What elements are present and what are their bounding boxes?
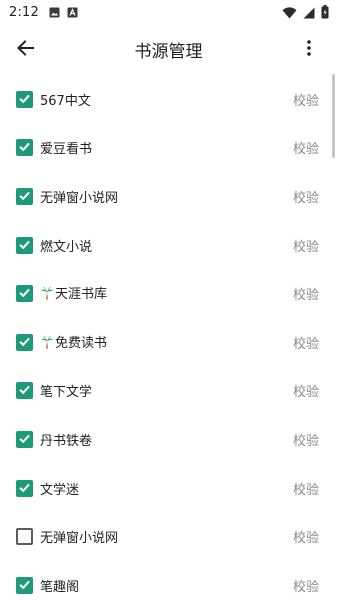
- list-item[interactable]: 笔下文学 校验: [0, 367, 337, 416]
- source-name: 天涯书库: [40, 283, 107, 304]
- list-item[interactable]: 爱豆看书 校验: [0, 124, 337, 173]
- source-name: 无弹窗小说网: [40, 187, 118, 206]
- list-item[interactable]: 无弹窗小说网 校验: [0, 512, 337, 561]
- check-icon: [18, 576, 31, 595]
- app-bar: 书源管理: [0, 24, 337, 74]
- verify-button[interactable]: 校验: [293, 430, 319, 449]
- checkbox-checked[interactable]: [16, 90, 33, 109]
- verify-button[interactable]: 校验: [293, 381, 319, 400]
- verify-button[interactable]: 校验: [293, 284, 319, 303]
- verify-button[interactable]: 校验: [293, 187, 319, 206]
- battery-icon: [321, 4, 329, 23]
- status-time: 2:12: [9, 4, 39, 20]
- verify-button[interactable]: 校验: [293, 333, 319, 352]
- source-name-text: 笔趣阁: [40, 579, 80, 595]
- source-name: 567中文: [40, 90, 91, 109]
- scrollbar[interactable]: [332, 74, 335, 158]
- checkbox-checked[interactable]: [16, 236, 33, 255]
- check-icon: [18, 284, 31, 303]
- palm-tree-icon: [40, 335, 54, 353]
- source-name: 燃文小说: [40, 236, 92, 255]
- checkbox-checked[interactable]: [16, 284, 33, 303]
- list-item[interactable]: 天涯书库 校验: [0, 269, 337, 318]
- check-icon: [18, 138, 31, 157]
- checkbox-checked[interactable]: [16, 333, 33, 352]
- source-name-text: 免费读书: [55, 335, 108, 351]
- source-name-text: 丹书铁卷: [40, 433, 93, 449]
- checkbox-checked[interactable]: [16, 187, 33, 206]
- check-icon: [18, 90, 31, 109]
- check-icon: [18, 430, 31, 449]
- source-name: 笔趣阁: [40, 576, 79, 595]
- list-item[interactable]: 笔趣阁 校验: [0, 561, 337, 600]
- verify-button[interactable]: 校验: [293, 479, 319, 498]
- check-icon: [18, 333, 31, 352]
- check-icon: [18, 479, 31, 498]
- list-item[interactable]: 567中文 校验: [0, 75, 337, 124]
- checkbox-checked[interactable]: [16, 576, 33, 595]
- source-name: 笔下文学: [40, 381, 92, 400]
- more-options-button[interactable]: [297, 35, 321, 65]
- source-name-text: 文学迷: [40, 482, 80, 498]
- verify-button[interactable]: 校验: [293, 527, 319, 546]
- source-name-text: 567中文: [40, 93, 91, 109]
- wifi-icon: [282, 4, 297, 23]
- palm-tree-icon: [40, 286, 54, 304]
- status-icons-left: [49, 3, 78, 22]
- list-item[interactable]: 免费读书 校验: [0, 318, 337, 367]
- source-name-text: 无弹窗小说网: [40, 190, 119, 206]
- verify-button[interactable]: 校验: [293, 236, 319, 255]
- source-name: 无弹窗小说网: [40, 527, 118, 546]
- list-item[interactable]: 燃文小说 校验: [0, 221, 337, 270]
- image-icon: [49, 3, 60, 22]
- checkbox-unchecked[interactable]: [16, 528, 33, 546]
- source-name-text: 无弹窗小说网: [40, 531, 119, 547]
- source-name-text: 燃文小说: [40, 239, 93, 255]
- check-icon: [18, 381, 31, 400]
- status-icons-right: [282, 4, 329, 23]
- cellular-icon: [303, 4, 315, 23]
- checkbox-checked[interactable]: [16, 430, 33, 449]
- source-name: 爱豆看书: [40, 138, 92, 157]
- check-icon: [18, 236, 31, 255]
- list-item[interactable]: 无弹窗小说网 校验: [0, 172, 337, 221]
- font-icon: [67, 3, 78, 22]
- source-name-text: 笔下文学: [40, 385, 93, 401]
- verify-button[interactable]: 校验: [293, 576, 319, 595]
- checkbox-checked[interactable]: [16, 479, 33, 498]
- book-source-list: 567中文 校验 爱豆看书 校验 无弹窗小说网 校验 燃文小说 校验 天涯书库 校验 免费读书 校验笔…: [0, 75, 337, 600]
- source-name: 丹书铁卷: [40, 430, 92, 449]
- check-icon: [18, 187, 31, 206]
- more-vert-icon: [307, 40, 311, 60]
- page-title: 书源管理: [134, 42, 203, 62]
- source-name-text: 天涯书库: [55, 287, 108, 303]
- source-name-text: 爱豆看书: [40, 142, 93, 158]
- source-name: 文学迷: [40, 479, 79, 498]
- list-item[interactable]: 文学迷 校验: [0, 464, 337, 513]
- verify-button[interactable]: 校验: [293, 90, 319, 109]
- source-name: 免费读书: [40, 332, 107, 353]
- status-bar: 2:12: [0, 0, 337, 24]
- checkbox-checked[interactable]: [16, 138, 33, 157]
- checkbox-checked[interactable]: [16, 381, 33, 400]
- list-item[interactable]: 丹书铁卷 校验: [0, 415, 337, 464]
- verify-button[interactable]: 校验: [293, 138, 319, 157]
